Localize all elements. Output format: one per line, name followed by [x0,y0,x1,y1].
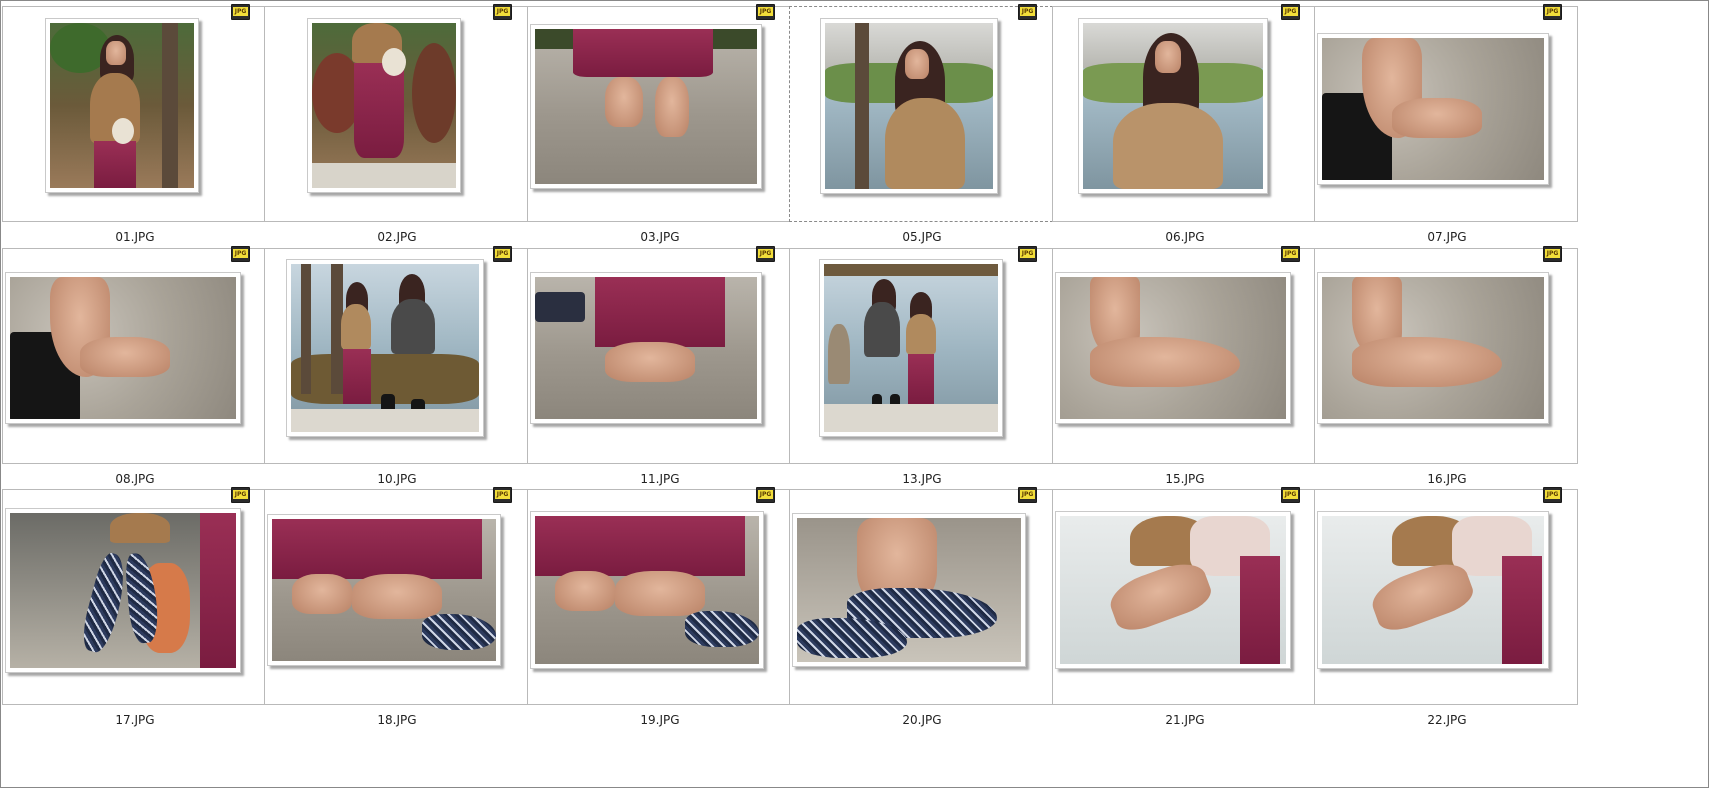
photo-image [1083,23,1263,189]
file-name-label[interactable]: 21.JPG [1050,713,1320,727]
jpg-file-icon: JPG [231,4,250,20]
photo-preview[interactable] [1317,272,1549,424]
photo-image [50,23,194,188]
jpg-badge-text: JPG [1283,7,1298,16]
jpg-badge-text: JPG [495,490,510,499]
jpg-file-icon: JPG [231,487,250,503]
jpg-file-icon: JPG [1018,246,1037,262]
jpg-file-icon: JPG [756,487,775,503]
jpg-badge-text: JPG [758,490,773,499]
jpg-file-icon: JPG [493,4,512,20]
jpg-badge-text: JPG [1283,249,1298,258]
file-name-label[interactable]: 22.JPG [1312,713,1582,727]
jpg-file-icon: JPG [756,246,775,262]
jpg-badge-text: JPG [1020,7,1035,16]
photo-preview[interactable] [820,18,998,194]
jpg-file-icon: JPG [1543,4,1562,20]
photo-image [824,264,998,432]
photo-preview[interactable] [530,272,762,424]
photo-preview[interactable] [1055,511,1291,669]
jpg-badge-text: JPG [758,7,773,16]
photo-image [797,518,1021,662]
jpg-file-icon: JPG [493,487,512,503]
jpg-file-icon: JPG [1281,4,1300,20]
photo-preview[interactable] [1078,18,1268,194]
photo-image [535,277,757,419]
jpg-file-icon: JPG [1018,4,1037,20]
photo-preview[interactable] [530,511,764,669]
jpg-file-icon: JPG [231,246,250,262]
jpg-badge-text: JPG [758,249,773,258]
photo-image [10,513,236,668]
photo-preview[interactable] [267,514,501,666]
photo-preview[interactable] [307,18,461,193]
jpg-badge-text: JPG [1545,490,1560,499]
jpg-file-icon: JPG [1543,487,1562,503]
photo-image [272,519,496,661]
photo-image [1060,277,1286,419]
photo-preview[interactable] [1055,272,1291,424]
photo-preview[interactable] [45,18,199,193]
photo-image [535,516,759,664]
photo-preview[interactable] [792,513,1026,667]
photo-preview[interactable] [530,24,762,189]
jpg-file-icon: JPG [493,246,512,262]
file-name-label[interactable]: 18.JPG [262,713,532,727]
photo-image [1060,516,1286,664]
jpg-badge-text: JPG [1545,249,1560,258]
photo-image [312,23,456,188]
jpg-badge-text: JPG [233,490,248,499]
file-name-label[interactable]: 20.JPG [787,713,1057,727]
photo-image [1322,516,1544,664]
photo-preview[interactable] [286,259,484,437]
jpg-file-icon: JPG [1281,487,1300,503]
jpg-badge-text: JPG [495,249,510,258]
jpg-badge-text: JPG [495,7,510,16]
photo-image [1322,277,1544,419]
jpg-file-icon: JPG [1281,246,1300,262]
jpg-badge-text: JPG [1545,7,1560,16]
jpg-badge-text: JPG [1020,249,1035,258]
jpg-badge-text: JPG [1020,490,1035,499]
jpg-file-icon: JPG [1018,487,1037,503]
jpg-badge-text: JPG [1283,490,1298,499]
jpg-file-icon: JPG [1543,246,1562,262]
file-name-label[interactable]: 19.JPG [525,713,795,727]
photo-preview[interactable] [1317,33,1549,185]
photo-preview[interactable] [1317,511,1549,669]
photo-image [291,264,479,432]
photo-image [10,277,236,419]
jpg-badge-text: JPG [233,7,248,16]
photo-preview[interactable] [5,508,241,673]
jpg-file-icon: JPG [756,4,775,20]
photo-image [535,29,757,184]
photo-image [1322,38,1544,180]
photo-preview[interactable] [819,259,1003,437]
photo-image [825,23,993,189]
jpg-badge-text: JPG [233,249,248,258]
photo-preview[interactable] [5,272,241,424]
file-name-label[interactable]: 17.JPG [0,713,270,727]
